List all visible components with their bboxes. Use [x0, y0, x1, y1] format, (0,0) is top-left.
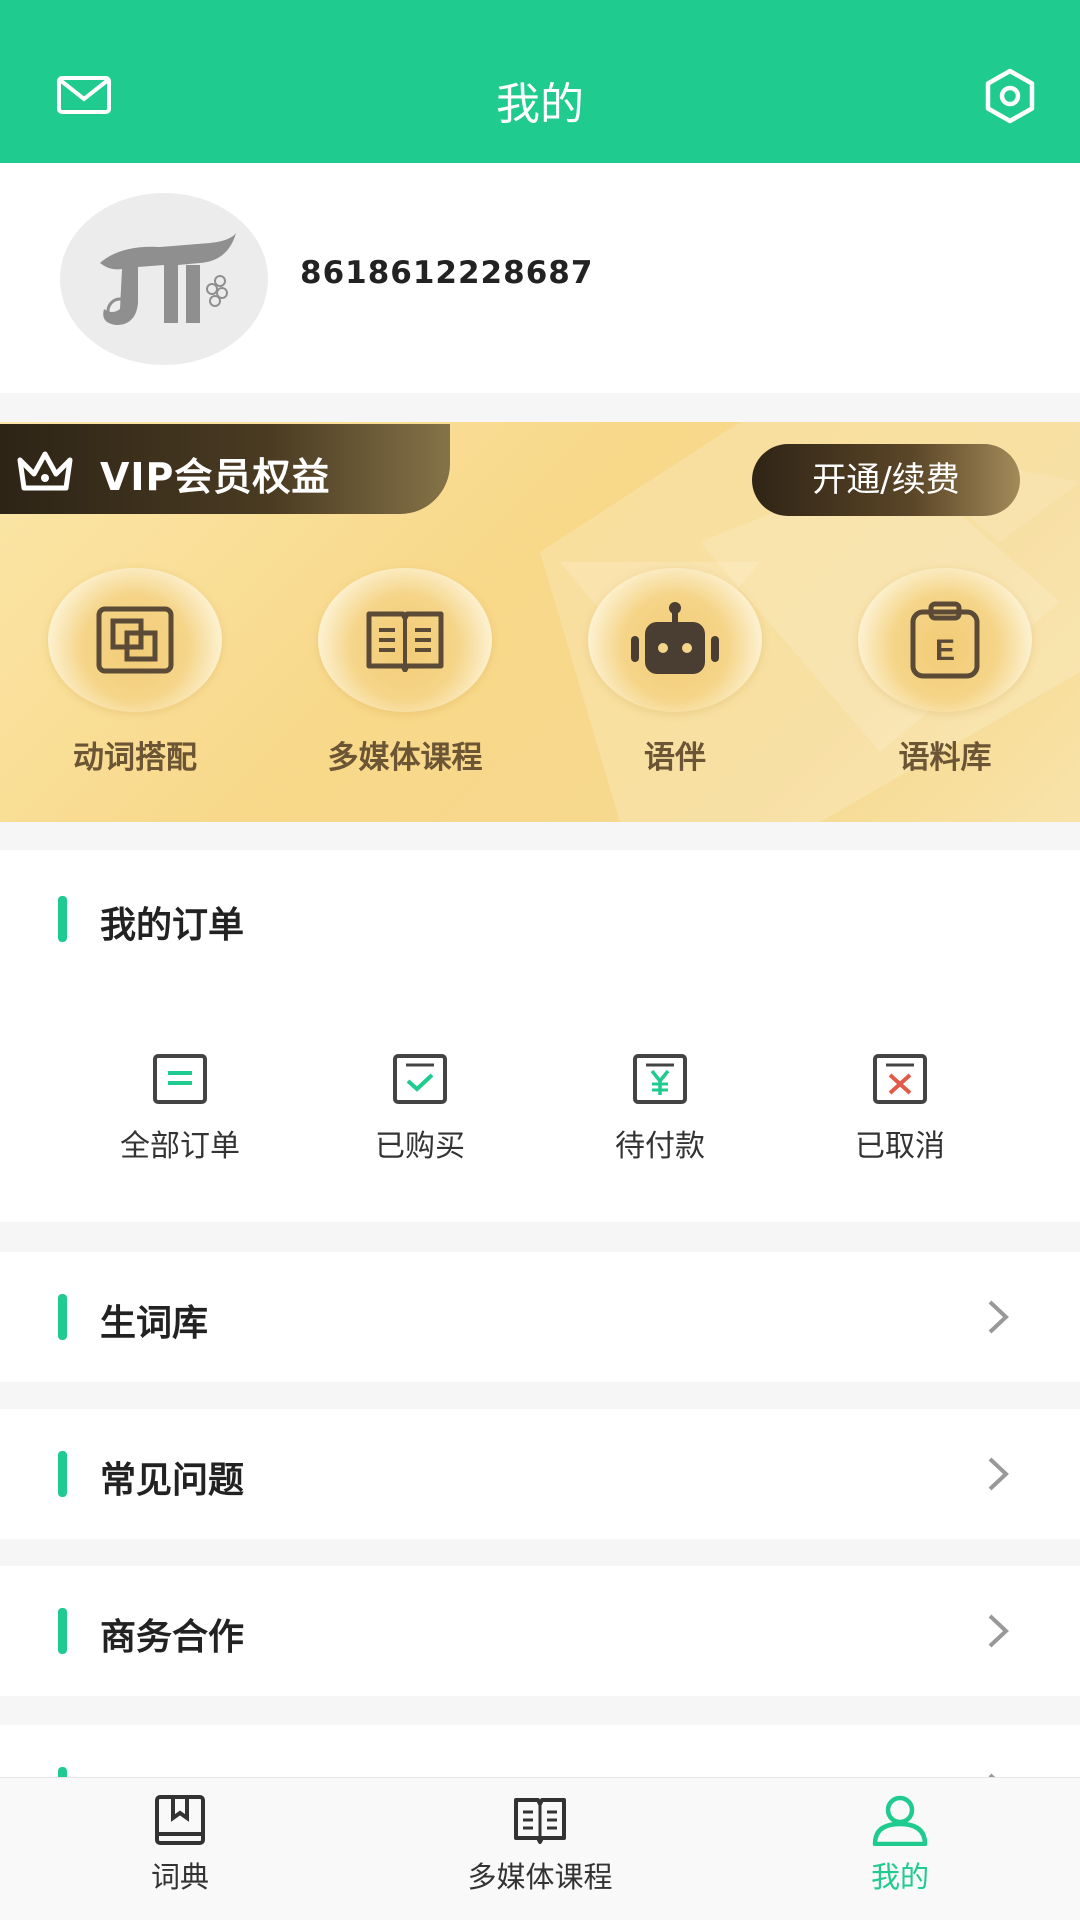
nav-label: 词典	[150, 1860, 209, 1894]
menu-row-faq[interactable]: 常见问题	[0, 1409, 1080, 1539]
vip-item-label: 语料库	[898, 740, 992, 776]
vip-item-label: 语伴	[644, 740, 706, 776]
order-cancelled[interactable]: 已取消	[800, 1053, 1000, 1165]
nav-multimedia-course[interactable]: 多媒体课程	[420, 1794, 660, 1896]
orders-title: 我的订单	[100, 905, 245, 946]
vip-item-verb-collocation[interactable]: 动词搭配	[35, 568, 235, 777]
book-icon	[366, 611, 444, 672]
chevron-right-icon	[988, 1614, 1009, 1648]
section-accent-bar	[58, 896, 67, 942]
nav-dictionary[interactable]: 词典	[60, 1794, 300, 1896]
top-header: 我的	[0, 0, 1080, 163]
order-purchased[interactable]: 已购买	[320, 1053, 520, 1165]
chevron-right-icon	[988, 1457, 1009, 1491]
person-icon	[872, 1795, 928, 1846]
svg-text:E: E	[935, 634, 955, 667]
section-accent-bar	[58, 1451, 67, 1497]
avatar[interactable]	[60, 193, 268, 365]
bottom-navigation: 词典 多媒体课程 我的	[0, 1777, 1080, 1920]
vip-item-multimedia-course[interactable]: 多媒体课程	[305, 568, 505, 777]
menu-row-label: 生词库	[100, 1303, 209, 1344]
order-label: 全部订单	[120, 1129, 240, 1164]
section-accent-bar	[58, 1608, 67, 1654]
nav-mine[interactable]: 我的	[780, 1794, 1020, 1896]
open-book-icon	[514, 1798, 566, 1844]
vip-tag: VIP会员权益	[0, 424, 450, 514]
menu-row-vocabulary[interactable]: 生词库	[0, 1252, 1080, 1382]
renew-vip-button[interactable]: 开通/续费	[752, 444, 1020, 516]
order-pending-payment[interactable]: 待付款	[560, 1053, 760, 1165]
robot-icon	[631, 602, 719, 674]
vip-item-language-partner[interactable]: 语伴	[575, 568, 775, 777]
clipboard-e-icon: E	[910, 601, 980, 679]
username: 8618612228687	[300, 255, 594, 291]
vip-item-label: 动词搭配	[73, 740, 197, 776]
crown-icon	[17, 451, 73, 491]
avatar-logo-icon	[100, 233, 236, 325]
layers-icon	[96, 606, 174, 674]
purchased-icon	[393, 1054, 447, 1104]
all-orders-icon	[153, 1054, 207, 1104]
menu-row-business[interactable]: 商务合作	[0, 1566, 1080, 1696]
chevron-right-icon	[988, 1300, 1009, 1334]
dictionary-icon	[155, 1795, 205, 1845]
nav-label: 我的	[870, 1860, 929, 1894]
menu-row-label: 商务合作	[100, 1617, 245, 1658]
my-orders-section: 我的订单 全部订单 已购买 待付款 已取消	[0, 850, 1080, 1222]
vip-item-corpus[interactable]: E 语料库	[845, 568, 1045, 777]
order-all[interactable]: 全部订单	[80, 1053, 280, 1165]
section-accent-bar	[58, 1294, 67, 1340]
vip-item-label: 多媒体课程	[327, 740, 483, 776]
status-bar	[0, 0, 1080, 12]
nav-label: 多媒体课程	[467, 1860, 613, 1894]
order-label: 已购买	[375, 1129, 465, 1164]
pending-payment-icon	[633, 1054, 687, 1104]
cancelled-icon	[873, 1054, 927, 1104]
order-label: 已取消	[855, 1129, 945, 1164]
vip-tag-label: VIP会员权益	[100, 455, 331, 499]
settings-icon[interactable]	[982, 68, 1038, 124]
menu-row-label: 常见问题	[100, 1460, 245, 1501]
my-page-screen: 我的 8618612228687 VIP会员权益 开通/续费 动词搭配 多媒体课…	[0, 0, 1080, 1920]
vip-benefits-panel: VIP会员权益 开通/续费 动词搭配 多媒体课程 语伴 E 语料库	[0, 422, 1080, 822]
page-title: 我的	[496, 79, 584, 130]
order-label: 待付款	[615, 1129, 705, 1164]
profile-card[interactable]: 8618612228687	[0, 163, 1080, 393]
